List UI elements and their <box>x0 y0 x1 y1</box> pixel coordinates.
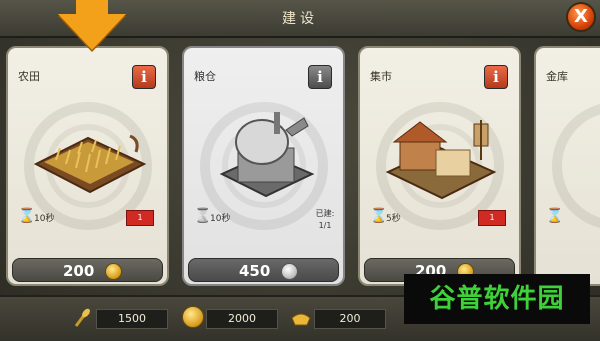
price-value: 200 <box>63 262 95 280</box>
silver-coin-icon <box>281 263 298 280</box>
grain-icon <box>74 308 90 327</box>
resource-value-grain: 1500 <box>96 309 168 329</box>
resource-value-gold: 2000 <box>206 309 278 329</box>
built-value: 1/1 <box>318 221 332 230</box>
farmland-building-image <box>33 134 147 194</box>
gold-coin-icon <box>105 263 122 280</box>
game-window: 建设 X 农田 i ⌛ 10秒 1 200 粮仓 i ⌛ 10秒 已建: 1/1… <box>0 0 600 341</box>
building-card-treasury[interactable]: 金库 ⌛ <box>534 46 600 286</box>
price-value: 450 <box>239 262 271 280</box>
market-building-image <box>385 120 497 200</box>
buy-button[interactable]: 450 <box>188 258 339 282</box>
build-time: 10秒 <box>34 214 55 224</box>
count-badge: 1 <box>478 210 506 226</box>
building-name: 粮仓 <box>194 70 216 83</box>
hourglass-icon: ⌛ <box>194 208 212 224</box>
buy-button[interactable]: 200 <box>12 258 163 282</box>
info-button[interactable]: i <box>132 65 156 89</box>
resource-value-ingot: 200 <box>314 309 386 329</box>
building-card-market[interactable]: 集市 i ⌛ 5秒 1 200 <box>358 46 521 286</box>
gold-coin-icon <box>182 306 204 328</box>
building-card-granary[interactable]: 粮仓 i ⌛ 10秒 已建: 1/1 450 <box>182 46 345 286</box>
watermark-logo: 谷普软件园 <box>404 274 590 324</box>
close-button[interactable]: X <box>566 2 596 32</box>
hourglass-icon: ⌛ <box>18 208 36 224</box>
built-count: 已建: 1/1 <box>309 208 341 232</box>
hourglass-icon: ⌛ <box>370 208 388 224</box>
built-label: 已建: <box>315 209 335 218</box>
info-button[interactable]: i <box>484 65 508 89</box>
count-badge: 1 <box>126 210 154 226</box>
build-time: 10秒 <box>210 214 231 224</box>
building-card-farmland[interactable]: 农田 i ⌛ 10秒 1 200 <box>6 46 169 286</box>
ingot-icon <box>291 313 311 326</box>
building-name: 集市 <box>370 70 392 83</box>
building-name: 金库 <box>546 70 568 83</box>
build-time: 5秒 <box>386 214 401 224</box>
hourglass-icon: ⌛ <box>546 208 564 224</box>
building-name: 农田 <box>18 70 40 83</box>
granary-building-image <box>219 112 315 198</box>
selection-arrow-icon <box>58 14 126 50</box>
info-button[interactable]: i <box>308 65 332 89</box>
